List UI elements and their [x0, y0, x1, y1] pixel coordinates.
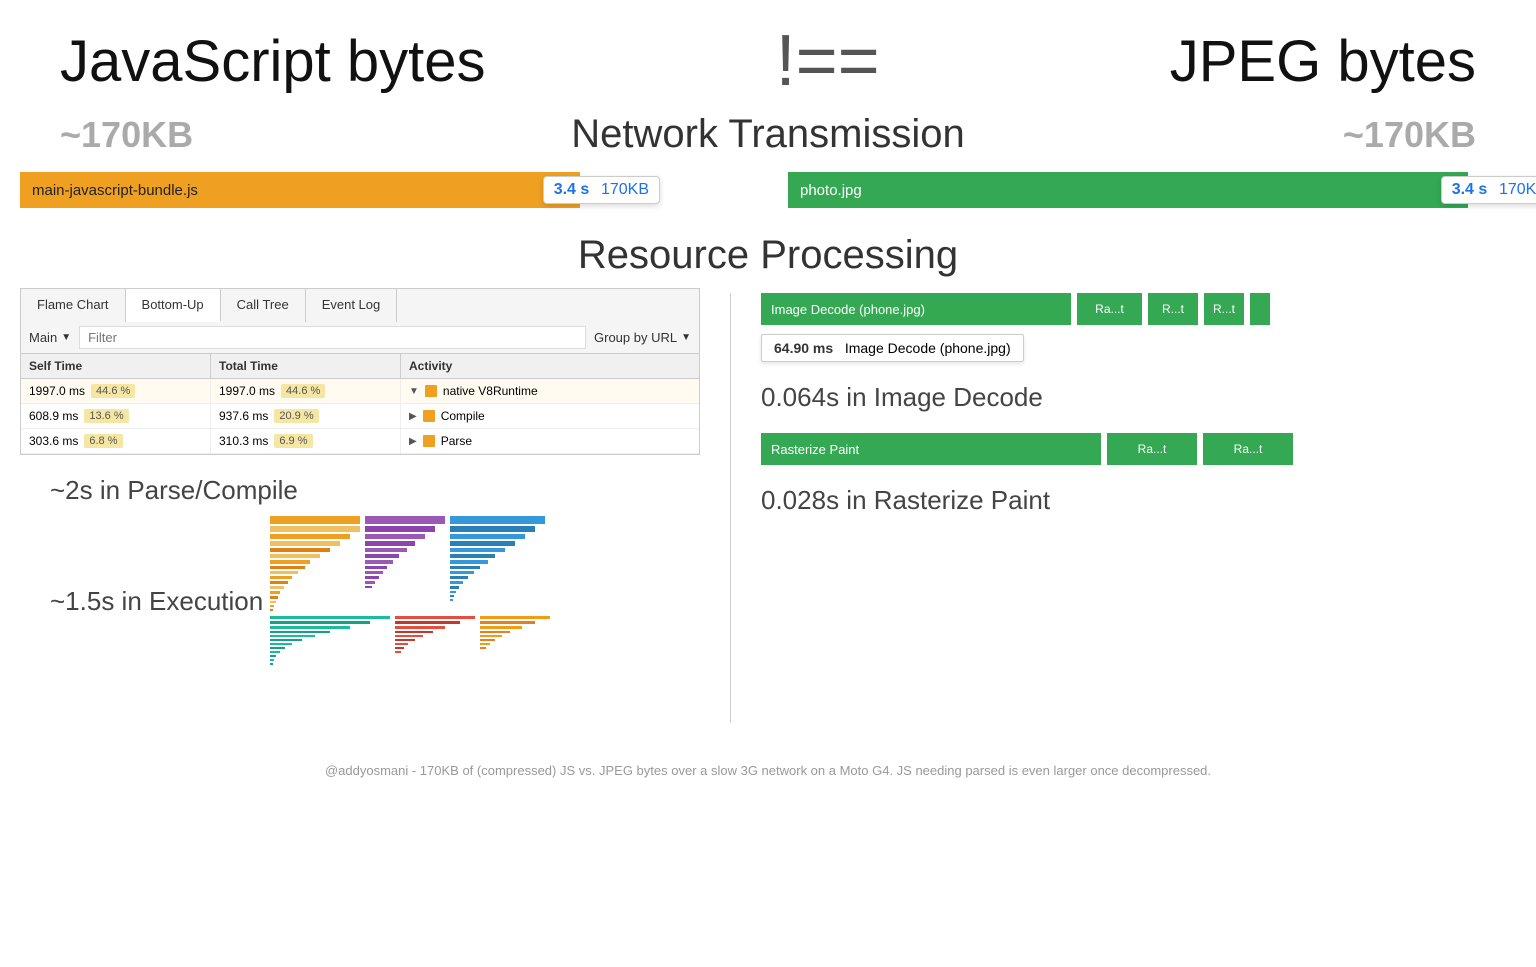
decode-tooltip: 64.90 ms Image Decode (phone.jpg): [761, 334, 1024, 362]
not-equal-sign: !==: [776, 20, 880, 102]
main-content: Flame Chart Bottom-Up Call Tree Event Lo…: [0, 288, 1536, 723]
js-size-label: ~170KB: [60, 114, 440, 156]
decode-bar-small-1: Ra...t: [1077, 293, 1142, 325]
activity-color-icon-0: [425, 385, 437, 397]
group-by-url-label: Group by URL: [594, 330, 677, 345]
devtools-table: Self Time Total Time Activity 1997.0 ms …: [20, 354, 700, 455]
js-tooltip-time: 3.4 s: [554, 181, 590, 198]
jpeg-bar-label: photo.jpg: [800, 182, 862, 199]
decode-bar-xs-1: R...t: [1148, 293, 1198, 325]
activity-cell-0: ▼ native V8Runtime: [401, 379, 699, 403]
main-dropdown-label: Main: [29, 330, 57, 345]
jpeg-tooltip-time: 3.4 s: [1452, 181, 1488, 198]
total-time-cell-2: 310.3 ms 6.9 %: [211, 429, 401, 453]
parse-compile-label: ~2s in Parse/Compile: [50, 475, 700, 506]
activity-color-icon-2: [423, 435, 435, 447]
table-header: Self Time Total Time Activity: [21, 354, 699, 379]
table-row: 1997.0 ms 44.6 % 1997.0 ms 44.6 % ▼ nati…: [21, 379, 699, 404]
devtools-panel: Flame Chart Bottom-Up Call Tree Event Lo…: [20, 288, 700, 723]
devtools-toolbar: Main ▼ Group by URL ▼: [20, 322, 700, 354]
tab-flame-chart[interactable]: Flame Chart: [21, 289, 126, 322]
activity-cell-2: ▶ Parse: [401, 429, 699, 453]
self-time-cell-2: 303.6 ms 6.8 %: [21, 429, 211, 453]
js-network-bar: main-javascript-bundle.js 3.4 s 170KB: [20, 172, 580, 208]
flame-chart-visual: [270, 516, 550, 676]
filter-input[interactable]: [79, 326, 586, 349]
js-tooltip: 3.4 s 170KB: [543, 176, 660, 204]
group-by-url-dropdown[interactable]: Group by URL ▼: [594, 330, 691, 345]
jpeg-tooltip-size: 170KB: [1499, 181, 1536, 198]
jpeg-size-label: ~170KB: [1096, 114, 1476, 156]
rasterize-section: Rasterize Paint Ra...t Ra...t: [761, 433, 1516, 465]
jpeg-tooltip: 3.4 s 170KB: [1441, 176, 1536, 204]
dropdown-arrow-icon: ▼: [61, 332, 71, 343]
group-dropdown-arrow-icon: ▼: [681, 332, 691, 343]
right-panel: Image Decode (phone.jpg) Ra...t R...t R.…: [761, 288, 1516, 723]
col-total-time: Total Time: [211, 354, 401, 378]
main-dropdown[interactable]: Main ▼: [29, 330, 71, 345]
total-time-cell-0: 1997.0 ms 44.6 %: [211, 379, 401, 403]
self-time-cell-0: 1997.0 ms 44.6 %: [21, 379, 211, 403]
devtools-tabs: Flame Chart Bottom-Up Call Tree Event Lo…: [20, 288, 700, 322]
jpeg-bytes-title: JPEG bytes: [1170, 28, 1476, 95]
tab-call-tree[interactable]: Call Tree: [221, 289, 306, 322]
network-transmission-label: Network Transmission: [440, 112, 1096, 157]
total-time-cell-1: 937.6 ms 20.9 %: [211, 404, 401, 428]
jpeg-network-bar: photo.jpg 3.4 s 170KB: [788, 172, 1468, 208]
table-row: 303.6 ms 6.8 % 310.3 ms 6.9 % ▶ Parse: [21, 429, 699, 454]
execution-label: ~1.5s in Execution: [50, 586, 270, 617]
resource-processing-label: Resource Processing: [0, 233, 1536, 278]
decode-bar-clip-1: [1250, 293, 1270, 325]
col-activity: Activity: [401, 354, 699, 378]
top-header: JavaScript bytes !== JPEG bytes: [0, 0, 1536, 102]
expand-icon-0[interactable]: ▼: [409, 386, 419, 397]
tab-bottom-up[interactable]: Bottom-Up: [126, 289, 221, 322]
js-tooltip-size: 170KB: [601, 181, 649, 198]
expand-icon-1[interactable]: ▶: [409, 411, 417, 422]
flame-chart-area: ~1.5s in Execution: [20, 516, 700, 676]
rasterize-bar-small-2: Ra...t: [1203, 433, 1293, 465]
js-bytes-title: JavaScript bytes: [60, 28, 486, 95]
size-row: ~170KB Network Transmission ~170KB: [0, 112, 1536, 157]
decode-bars-row: Image Decode (phone.jpg) Ra...t R...t R.…: [761, 293, 1516, 325]
self-time-cell-1: 608.9 ms 13.6 %: [21, 404, 211, 428]
js-bar-section: main-javascript-bundle.js 3.4 s 170KB: [0, 172, 768, 208]
vertical-divider: [730, 293, 731, 723]
image-decode-label: 0.064s in Image Decode: [761, 382, 1516, 413]
rasterize-bars-row: Rasterize Paint Ra...t Ra...t: [761, 433, 1516, 465]
image-decode-main-bar: Image Decode (phone.jpg): [761, 293, 1071, 325]
col-self-time: Self Time: [21, 354, 211, 378]
image-decode-section: Image Decode (phone.jpg) Ra...t R...t R.…: [761, 293, 1516, 362]
rasterize-bar-small-1: Ra...t: [1107, 433, 1197, 465]
decode-tooltip-label: Image Decode (phone.jpg): [845, 340, 1011, 356]
rasterize-main-bar: Rasterize Paint: [761, 433, 1101, 465]
jpeg-bar-section: photo.jpg 3.4 s 170KB: [768, 172, 1536, 208]
tab-event-log[interactable]: Event Log: [306, 289, 398, 322]
decode-bar-xxs-1: R...t: [1204, 293, 1244, 325]
activity-color-icon-1: [423, 410, 435, 422]
table-row: 608.9 ms 13.6 % 937.6 ms 20.9 % ▶ Compil…: [21, 404, 699, 429]
footer-text: @addyosmani - 170KB of (compressed) JS v…: [0, 743, 1536, 788]
activity-cell-1: ▶ Compile: [401, 404, 699, 428]
rasterize-paint-label: 0.028s in Rasterize Paint: [761, 485, 1516, 516]
expand-icon-2[interactable]: ▶: [409, 436, 417, 447]
js-bar-label: main-javascript-bundle.js: [32, 182, 198, 199]
network-bars: main-javascript-bundle.js 3.4 s 170KB ph…: [0, 162, 1536, 218]
decode-tooltip-ms: 64.90 ms: [774, 340, 833, 356]
